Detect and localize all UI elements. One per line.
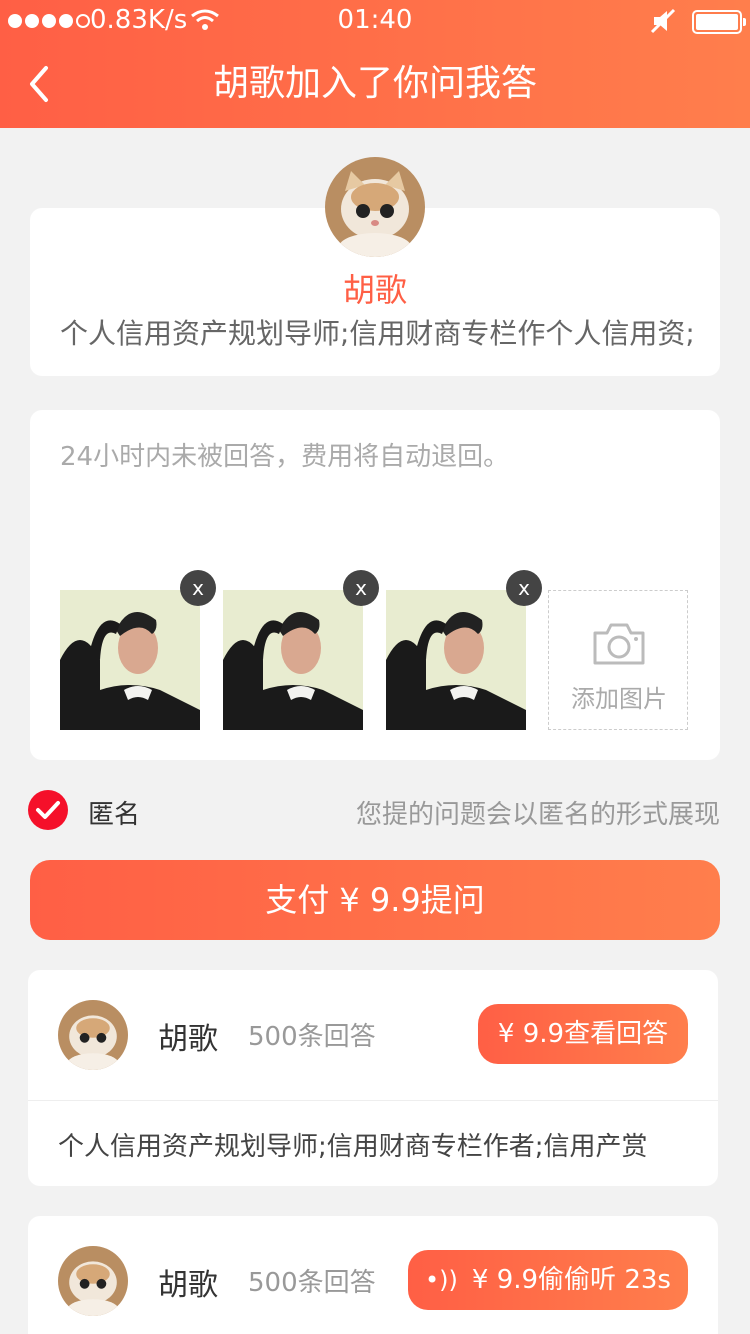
- status-bar: 0.83K/s 01:40: [0, 0, 750, 44]
- portrait-image: [60, 590, 200, 730]
- check-icon: [36, 801, 60, 819]
- profile-description: 个人信用资产规划导师;信用财商专栏作个人信用资;: [60, 317, 695, 350]
- answer-count: 500条回答: [248, 1022, 376, 1052]
- photo-thumbnail[interactable]: [386, 590, 526, 730]
- portrait-image: [223, 590, 363, 730]
- add-picture-button[interactable]: 添加图片: [548, 590, 688, 730]
- portrait-image: [386, 590, 526, 730]
- close-icon: x: [355, 576, 367, 600]
- question-placeholder[interactable]: 24小时内未被回答，费用将自动退回。: [60, 436, 509, 473]
- audio-icon: •)): [425, 1266, 458, 1294]
- pay-button[interactable]: 支付 ¥ 9.9提问: [30, 860, 720, 940]
- anonymous-label[interactable]: 匿名: [88, 794, 140, 831]
- answer-count: 500条回答: [248, 1268, 376, 1298]
- page-title: 胡歌加入了你问我答: [212, 63, 537, 104]
- photo-thumbnail[interactable]: [223, 590, 363, 730]
- delete-photo-button[interactable]: x: [343, 570, 379, 606]
- question-card[interactable]: 24小时内未被回答，费用将自动退回。 x x x 添加图片: [30, 410, 720, 760]
- avatar[interactable]: [58, 1246, 128, 1316]
- delete-photo-button[interactable]: x: [506, 570, 542, 606]
- answerer-name: 胡歌: [158, 1268, 218, 1303]
- view-answer-button[interactable]: ¥ 9.9查看回答: [478, 1004, 688, 1064]
- mute-icon: [650, 8, 676, 34]
- anonymous-checkbox[interactable]: [28, 790, 68, 830]
- delete-photo-button[interactable]: x: [180, 570, 216, 606]
- cat-avatar-image: [58, 1000, 128, 1070]
- cat-avatar-image: [325, 157, 425, 257]
- answerer-description: 个人信用资产规划导师;信用财商专栏作者;信用产赏: [58, 1132, 648, 1162]
- cat-avatar-image: [58, 1246, 128, 1316]
- answer-card[interactable]: 胡歌 500条回答 •)) ¥ 9.9偷偷听 23s: [28, 1216, 718, 1334]
- answer-card[interactable]: 胡歌 500条回答 ¥ 9.9查看回答 个人信用资产规划导师;信用财商专栏作者;…: [28, 970, 718, 1186]
- header-bar: 0.83K/s 01:40 胡歌加入了你问我答: [0, 0, 750, 128]
- add-picture-label: 添加图片: [571, 685, 667, 713]
- close-icon: x: [192, 576, 204, 600]
- status-time: 01:40: [337, 5, 413, 35]
- profile-avatar[interactable]: [325, 157, 425, 257]
- answerer-name: 胡歌: [158, 1022, 218, 1057]
- photo-thumbnail[interactable]: [60, 590, 200, 730]
- listen-answer-button[interactable]: •)) ¥ 9.9偷偷听 23s: [408, 1250, 688, 1310]
- divider: [28, 1100, 718, 1101]
- camera-icon: [593, 623, 645, 665]
- profile-name: 胡歌: [342, 271, 407, 309]
- listen-answer-label: ¥ 9.9偷偷听 23s: [471, 1265, 671, 1295]
- battery-icon: [692, 10, 746, 34]
- anonymous-tip: 您提的问题会以匿名的形式展现: [355, 800, 720, 830]
- avatar[interactable]: [58, 1000, 128, 1070]
- close-icon: x: [518, 576, 530, 600]
